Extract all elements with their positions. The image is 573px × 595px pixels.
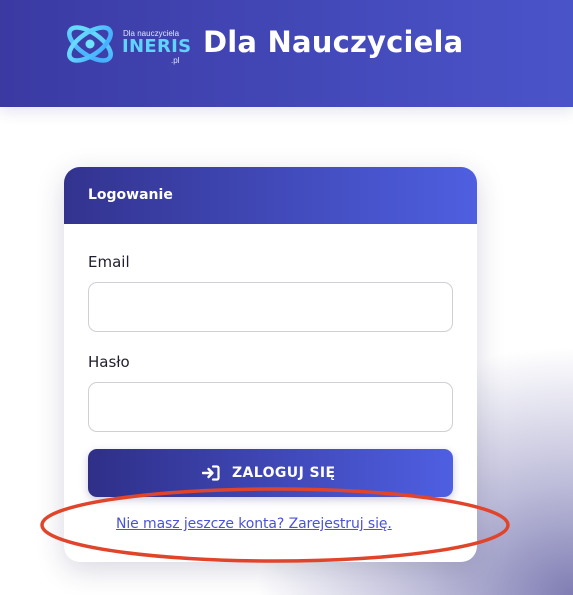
sign-in-icon	[202, 465, 220, 481]
site-logo[interactable]: Dla nauczyciela INERIS .pl	[63, 16, 192, 72]
logo-brand: INERIS	[122, 36, 192, 57]
password-label: Hasło	[88, 353, 130, 371]
login-button-label: ZALOGUJ SIĘ	[232, 465, 336, 481]
login-button[interactable]: ZALOGUJ SIĘ	[88, 449, 453, 497]
login-card: Logowanie Email Hasło ZALOGUJ SIĘ Nie ma…	[64, 167, 477, 562]
email-label: Email	[88, 253, 130, 271]
login-card-header: Logowanie	[64, 167, 477, 224]
logo-domain: .pl	[171, 56, 180, 65]
site-title: Dla Nauczyciela	[203, 25, 464, 59]
register-link[interactable]: Nie masz jeszcze konta? Zarejestruj się.	[116, 516, 392, 532]
login-card-title: Logowanie	[88, 187, 173, 203]
top-header-bar: Dla nauczyciela INERIS .pl Dla Nauczycie…	[0, 0, 573, 107]
atom-logo-icon	[67, 25, 113, 63]
login-button-content: ZALOGUJ SIĘ	[202, 463, 336, 483]
email-field[interactable]	[88, 282, 453, 332]
password-field[interactable]	[88, 382, 453, 432]
